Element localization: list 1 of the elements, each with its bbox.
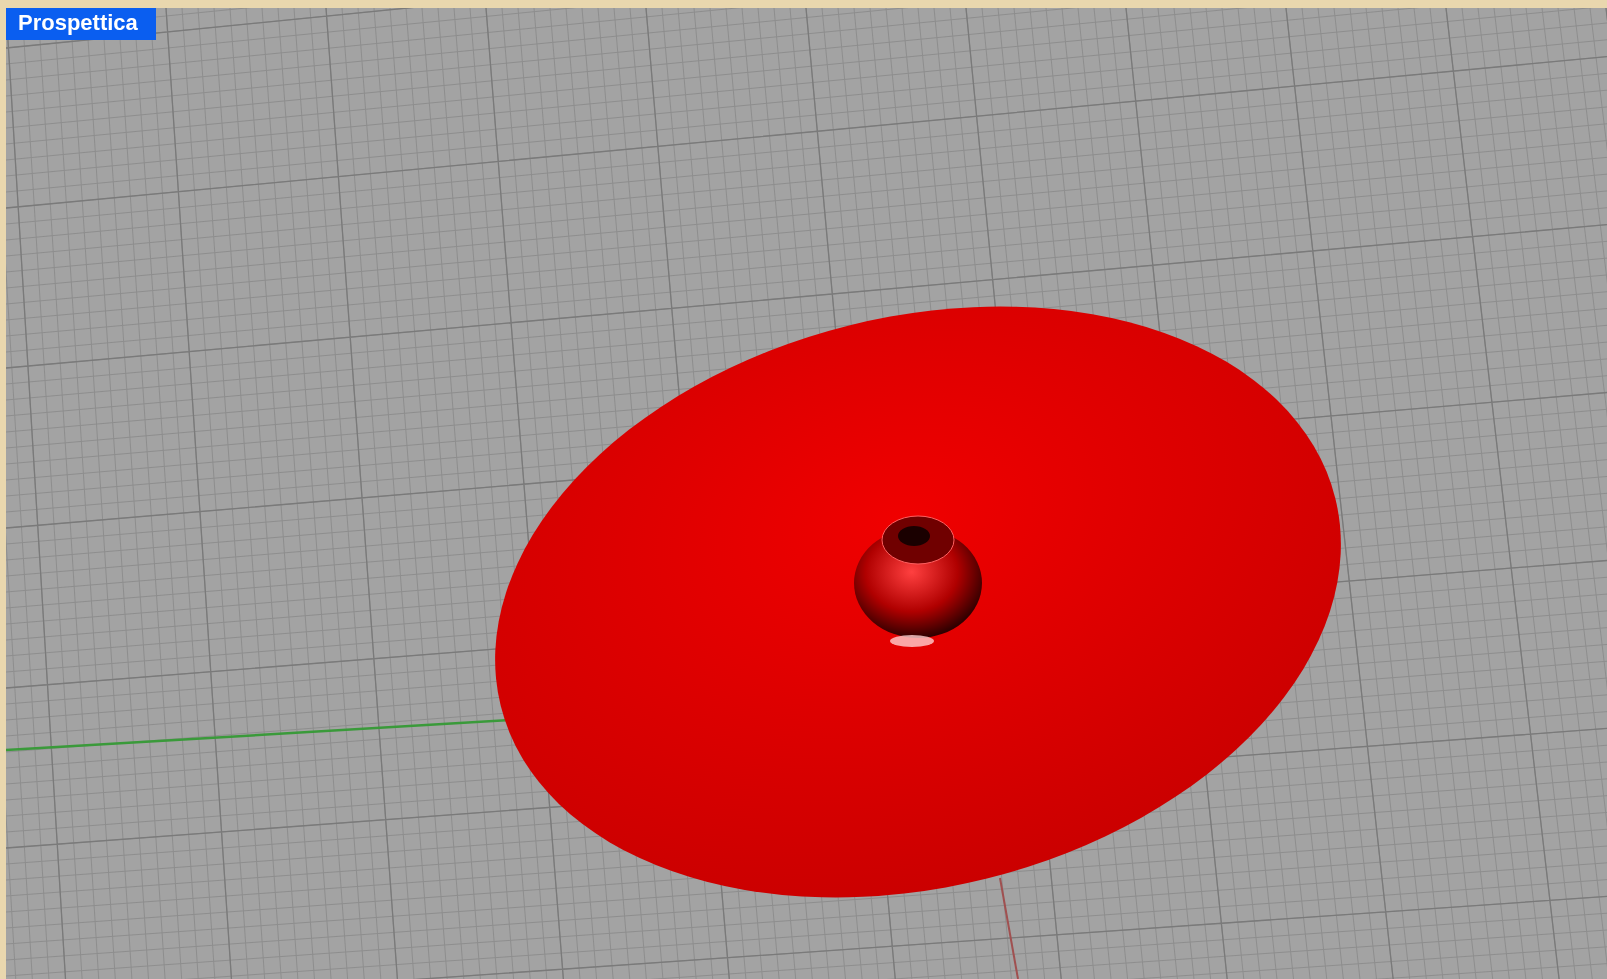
viewport-title[interactable]: Prospettica <box>6 8 156 40</box>
